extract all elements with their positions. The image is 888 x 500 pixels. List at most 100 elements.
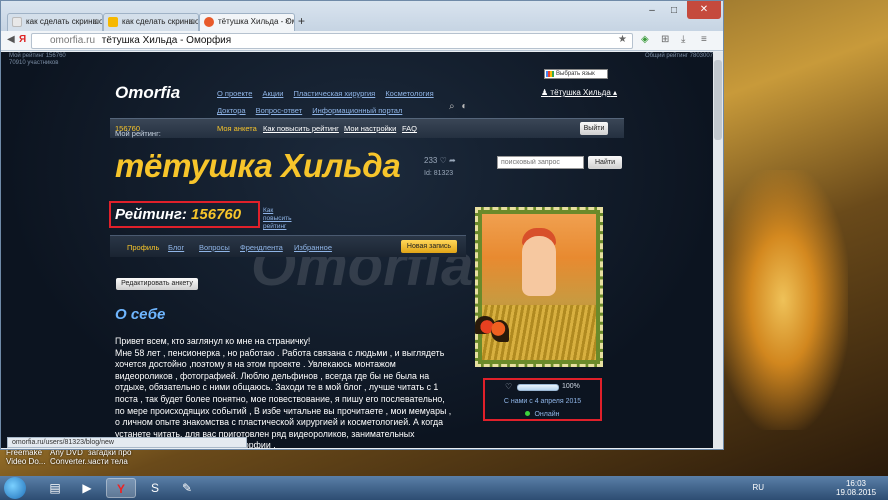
search-icon[interactable]: ⌕ — [449, 101, 455, 112]
subnav-settings[interactable]: Мои настройки — [344, 124, 396, 133]
extensions-icon[interactable]: ⊞ — [661, 34, 669, 45]
system-tray: RU 16:03 19.08.2015 — [684, 479, 884, 499]
tab-friendfeed[interactable]: Френдлента — [240, 243, 283, 252]
tab-bar: как сделать скриншо × как сделать скринш… — [1, 1, 723, 31]
menu-icon[interactable]: ≡ — [701, 34, 707, 45]
edit-profile-button[interactable]: Редактировать анкету — [116, 278, 198, 290]
user-icon: ♟ — [541, 88, 549, 97]
page-scrollbar[interactable] — [713, 52, 723, 448]
taskbar: ▤ ▶ Y S ✎ RU 16:03 19.08.2015 — [0, 476, 888, 500]
language-select[interactable]: Выбрать язык — [544, 69, 608, 79]
contrast-icon[interactable]: ◐ — [461, 101, 467, 112]
omorfia-site: Omorfia.ru Мой рейтинг 156760 70910 учас… — [1, 52, 723, 448]
taskbar-explorer-icon[interactable]: ▤ — [40, 478, 70, 498]
about-line: Привет всем, кто заглянул ко мне на стра… — [115, 336, 311, 346]
user-id: Id: 81323 — [424, 170, 454, 177]
rating-highlight-box: Рейтинг: 156760 — [109, 201, 260, 228]
search-button[interactable]: Найти — [588, 156, 622, 169]
yandex-favicon-icon — [12, 17, 22, 27]
how-to-raise-link[interactable]: Как повысить рейтинг — [263, 207, 303, 231]
subnav-raise-rating[interactable]: Как повысить рейтинг — [263, 124, 339, 133]
exit-button[interactable]: Выйти — [580, 122, 608, 135]
menu-info-portal[interactable]: Информационный портал — [312, 106, 402, 115]
start-button[interactable] — [4, 477, 26, 499]
tab-title: как сделать скриншо — [26, 17, 103, 26]
keyboard-language[interactable]: RU — [752, 483, 764, 492]
minimize-icon[interactable]: – — [643, 5, 661, 16]
wallpaper-sunlight — [718, 170, 848, 430]
user-name: тётушка Хильда — [550, 88, 611, 97]
status-link-preview: omorfia.ru/users/81323/blog/new — [7, 437, 247, 448]
about-text: Привет всем, кто заглянул ко мне на стра… — [115, 336, 453, 448]
taskbar-skype-icon[interactable]: S — [140, 478, 170, 498]
maximize-icon[interactable]: □ — [665, 5, 683, 16]
likes-count: 233 — [424, 156, 438, 165]
profile-name: тётушка Хильда — [115, 147, 401, 184]
browser-window: как сделать скриншо × как сделать скринш… — [0, 0, 724, 450]
profile-completion-pct: 100% — [562, 383, 580, 390]
new-post-button[interactable]: Новая запись — [401, 240, 457, 253]
browser-tab-1[interactable]: как сделать скриншо × — [7, 13, 103, 31]
language-select-label: Выбрать язык — [556, 71, 595, 77]
rating-value: 156760 — [191, 206, 242, 223]
taskbar-media-player-icon[interactable]: ▶ — [72, 478, 102, 498]
my-rating: Мой рейтинг: 156760 — [115, 124, 161, 138]
rating-label: Рейтинг: — [115, 206, 187, 223]
tab-title: тётушка Хильда - Ом — [218, 17, 295, 26]
google-translate-icon — [546, 71, 554, 77]
site-logo[interactable]: Omorfia — [115, 83, 180, 103]
tab-favorites[interactable]: Избранное — [294, 243, 332, 252]
scrollbar-thumb[interactable] — [714, 60, 722, 140]
rating: Рейтинг: 156760 — [115, 206, 241, 223]
tab-questions[interactable]: Вопросы — [199, 243, 230, 252]
menu-cosmetology[interactable]: Косметология — [385, 89, 433, 98]
clock-time: 16:03 — [845, 479, 867, 488]
bookmark-star-icon[interactable]: ★ — [618, 34, 627, 45]
profile-completion-fill — [518, 385, 558, 390]
menu-qa[interactable]: Вопрос-ответ — [256, 106, 303, 115]
close-tab-icon[interactable]: × — [189, 16, 194, 26]
browser-tab-2[interactable]: как сделать скриншо × — [103, 13, 199, 31]
share-icon[interactable]: ➦ — [449, 156, 456, 165]
about-line: Мне 58 лет , пенсионерка , но работаю . … — [115, 347, 452, 448]
menu-plastic-surgery[interactable]: Пластическая хирургия — [293, 89, 375, 98]
close-tab-icon[interactable]: × — [285, 16, 290, 26]
menu-promos[interactable]: Акции — [262, 89, 283, 98]
search-input[interactable] — [497, 156, 584, 169]
close-window-icon[interactable]: ✕ — [687, 1, 721, 19]
desktop-icon-riddles[interactable]: загадки про части тела — [88, 448, 132, 466]
user-menu[interactable]: ♟ тётушка Хильда ▴ — [541, 88, 617, 97]
member-since: С нами с 4 апреля 2015 — [503, 398, 582, 405]
heart-icon[interactable]: ♡ — [440, 156, 447, 165]
top-menu: О проекте Акции Пластическая хирургия Ко… — [217, 87, 457, 121]
tab-profile[interactable]: Профиль — [127, 243, 159, 252]
video-favicon-icon — [108, 17, 118, 27]
user-subnav: Мой рейтинг: 156760 Моя анкета Как повыс… — [110, 118, 624, 138]
subnav-my-profile[interactable]: Моя анкета — [217, 124, 257, 133]
tab-blog[interactable]: Блог — [168, 243, 184, 252]
menu-about[interactable]: О проекте — [217, 89, 252, 98]
subnav-faq[interactable]: FAQ — [402, 124, 417, 133]
desktop-icon-label: Freemake Video Do... — [6, 448, 46, 466]
back-icon[interactable]: ◀ — [7, 34, 15, 45]
taskbar-paint-icon[interactable]: ✎ — [172, 478, 202, 498]
menu-doctors[interactable]: Доктора — [217, 106, 246, 115]
chevron-up-icon: ▴ — [613, 88, 618, 97]
online-status-label: Онлайн — [534, 411, 560, 418]
desktop-icon-freemake[interactable]: Freemake Video Do... — [6, 448, 50, 466]
url-field[interactable]: omorfia.ru тётушка Хильда - Оморфия — [31, 33, 633, 49]
close-tab-icon[interactable]: × — [93, 16, 98, 26]
yandex-icon[interactable]: Я — [19, 34, 26, 45]
browser-tab-3[interactable]: тётушка Хильда - Ом × — [199, 13, 295, 31]
omorfia-favicon-icon — [204, 17, 214, 27]
profile-tabs: Профиль Блог Вопросы Френдлента Избранно… — [110, 235, 466, 257]
address-bar: ◀ Я omorfia.ru тётушка Хильда - Оморфия … — [1, 31, 723, 51]
new-tab-icon[interactable]: + — [298, 15, 314, 29]
online-dot-icon — [525, 411, 531, 416]
download-icon[interactable]: ⤓ — [681, 34, 685, 45]
clock[interactable]: 16:03 19.08.2015 — [836, 479, 876, 497]
shield-icon[interactable]: ◈ — [641, 34, 649, 45]
top-info-rating: Мой рейтинг 156760 — [9, 53, 66, 59]
taskbar-yandex-browser-icon[interactable]: Y — [106, 478, 136, 498]
top-info-members: 70910 участников — [9, 60, 59, 66]
